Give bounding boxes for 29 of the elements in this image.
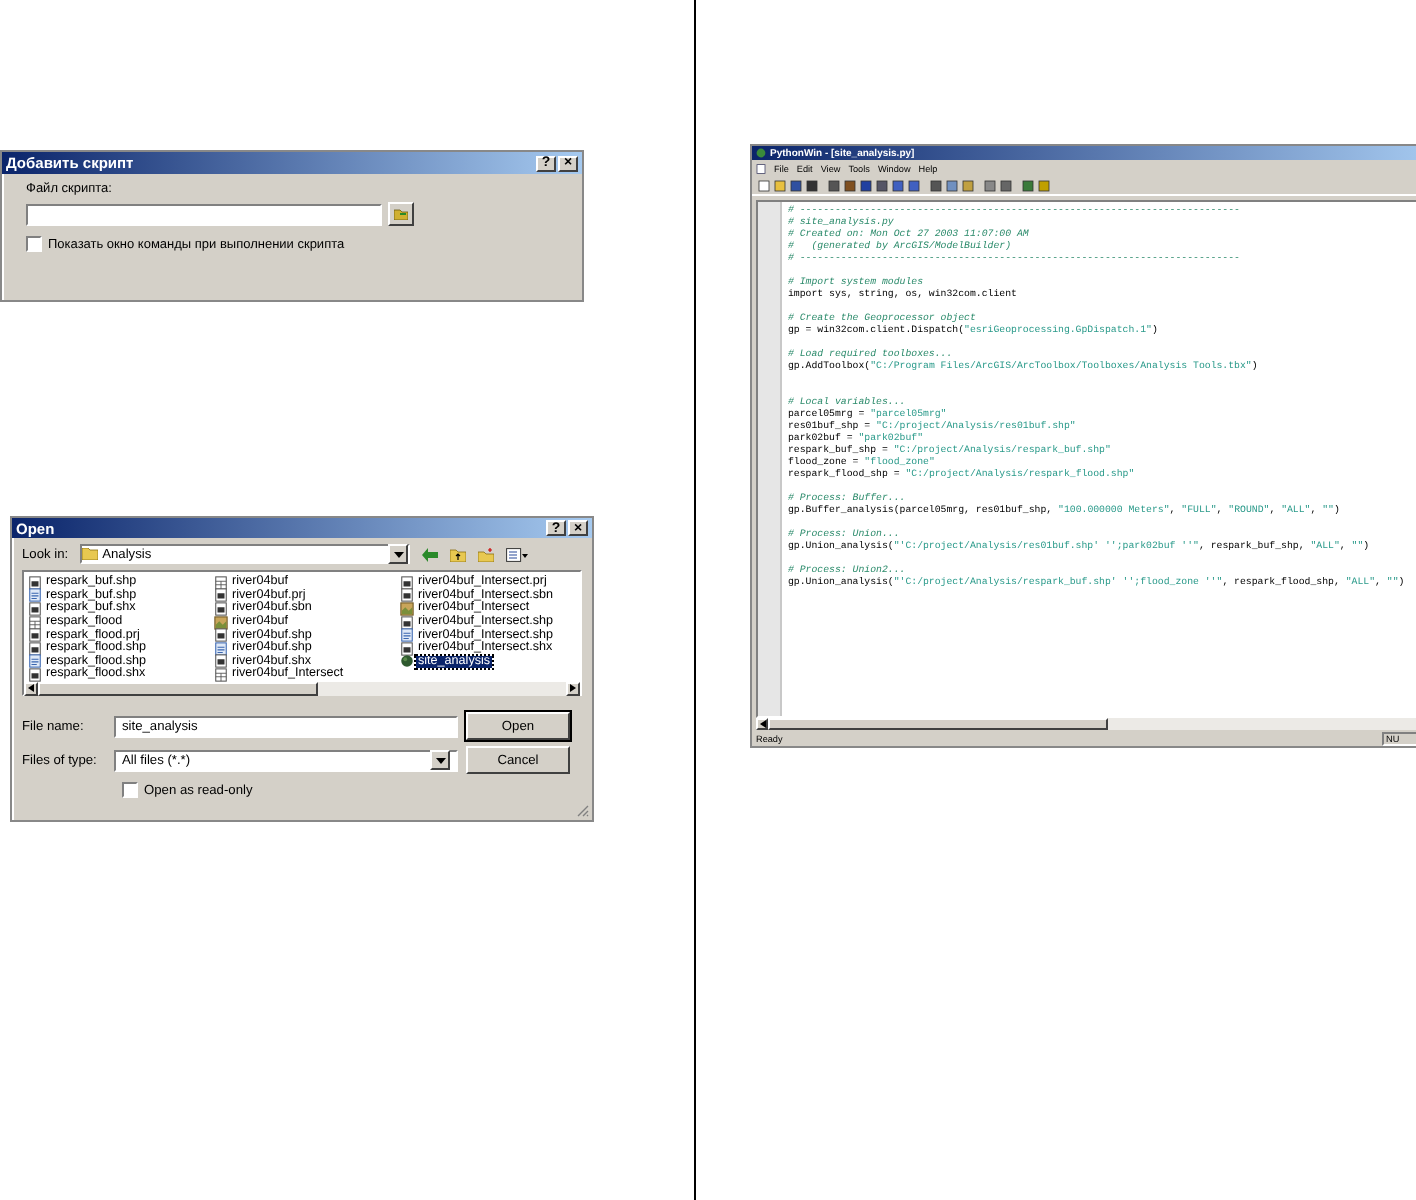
- horizontal-scrollbar[interactable]: [24, 681, 580, 696]
- checkbox[interactable]: [26, 236, 42, 252]
- map-layer-icon: [400, 601, 414, 616]
- checkbox[interactable]: [122, 782, 138, 798]
- document-icon: [214, 641, 228, 656]
- document-icon: [400, 628, 414, 643]
- caret-icon: [435, 757, 445, 763]
- left-arrow-icon: [28, 684, 34, 693]
- resize-grip-icon[interactable]: [576, 804, 590, 818]
- script-file-field[interactable]: [26, 203, 382, 225]
- folder-icon: [82, 548, 99, 560]
- right-arrow-icon: [570, 684, 576, 693]
- app-icon: [756, 148, 766, 158]
- table-icon: [214, 575, 228, 590]
- caret-icon: [393, 551, 404, 557]
- document-icon: [28, 654, 42, 669]
- back-arrow-icon[interactable]: [422, 547, 439, 561]
- browse-button[interactable]: [388, 202, 414, 226]
- up-folder-icon[interactable]: [450, 547, 467, 561]
- new-folder-icon[interactable]: [478, 547, 495, 561]
- document-icon: [28, 588, 42, 603]
- python-script-icon: [400, 654, 414, 669]
- horizontal-scrollbar[interactable]: [756, 718, 1416, 730]
- table-icon: [214, 667, 228, 682]
- document-icon: [756, 163, 766, 173]
- view-menu-icon[interactable]: [506, 547, 529, 561]
- table-icon: [28, 615, 42, 630]
- map-layer-icon: [214, 615, 228, 630]
- left-arrow-icon: [759, 720, 765, 728]
